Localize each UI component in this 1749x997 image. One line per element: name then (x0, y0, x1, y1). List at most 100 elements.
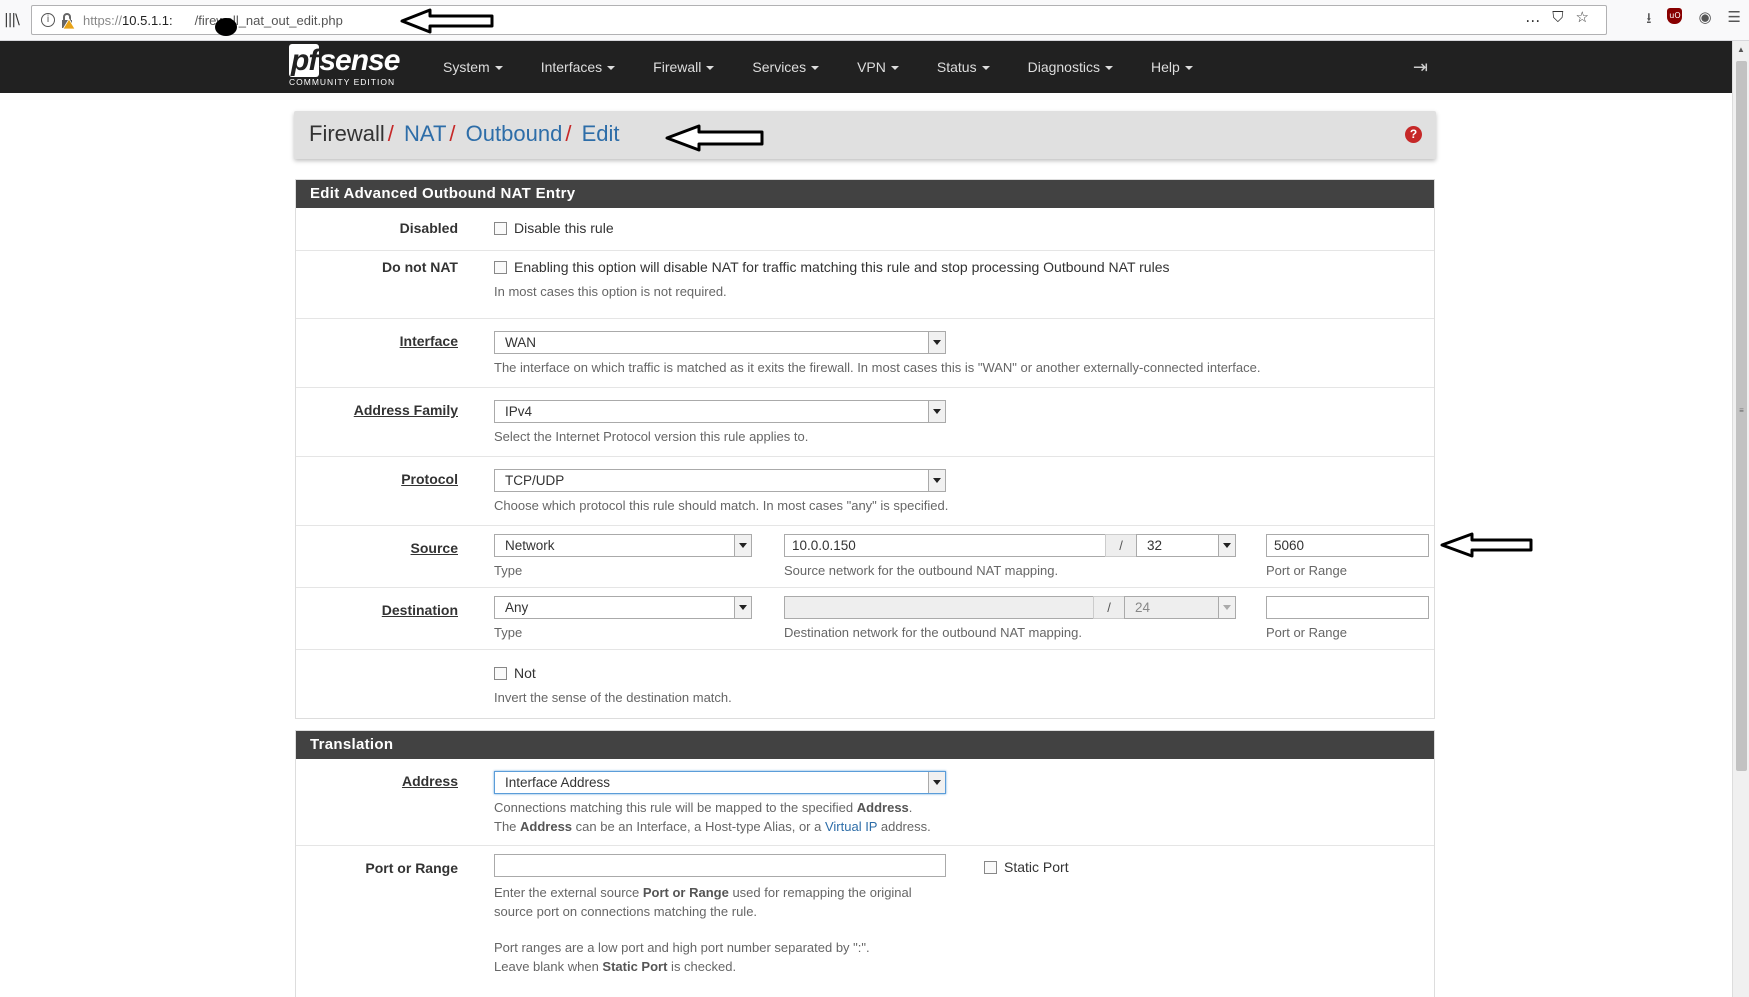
static-port-checkbox[interactable] (984, 861, 997, 874)
breadcrumb-outbound-link[interactable]: Outbound (466, 121, 563, 146)
address-family-value: IPv4 (505, 404, 533, 419)
not-checkbox[interactable] (494, 667, 507, 680)
static-port-text: Static Port (1004, 859, 1069, 875)
do-not-nat-checkbox[interactable] (494, 261, 507, 274)
page-actions-icon[interactable]: … (1525, 8, 1540, 26)
menu-label: Diagnostics (1027, 59, 1100, 75)
breadcrumb-bar: Firewall / NAT / Outbound / Edit ? (294, 111, 1436, 159)
annotation-arrow-icon (1440, 532, 1533, 558)
insecure-lock-icon[interactable] (60, 12, 76, 30)
destination-type-select[interactable]: Any (494, 596, 752, 619)
destination-mask-select[interactable]: 24 (1124, 596, 1236, 619)
menu-label: VPN (857, 59, 886, 75)
ublock-origin-icon[interactable]: uO (1667, 8, 1683, 24)
source-control: Network Type 10.0.0.150 / 32 Source netw… (494, 534, 1430, 584)
dropdown-arrow-icon[interactable] (928, 332, 945, 353)
page-scrollbar[interactable]: ▲ ≡ (1732, 41, 1749, 997)
menu-label: Help (1150, 59, 1180, 75)
dropdown-arrow-icon[interactable] (928, 772, 945, 793)
logout-icon[interactable]: ⇥ (1413, 57, 1428, 78)
library-icon[interactable]: |||\ (4, 12, 20, 28)
caret-down-icon (811, 66, 820, 71)
menu-diagnostics[interactable]: Diagnostics (1009, 41, 1132, 93)
destination-port-input[interactable] (1266, 596, 1429, 619)
destination-slash: / (1093, 596, 1125, 619)
disabled-label: Disabled (399, 220, 458, 236)
download-icon[interactable]: ⭳ (1646, 8, 1651, 33)
caret-down-icon (1104, 66, 1113, 71)
panel-heading: Translation (296, 731, 1434, 759)
help-bold: Address (856, 800, 909, 815)
menu-label: Interfaces (540, 59, 603, 75)
translation-port-input[interactable] (494, 854, 946, 877)
breadcrumb-nat-link[interactable]: NAT (404, 121, 446, 146)
address-family-select[interactable]: IPv4 (494, 400, 946, 423)
dropdown-arrow-icon[interactable] (734, 535, 751, 556)
source-slash: / (1105, 534, 1137, 557)
source-type-select[interactable]: Network (494, 534, 752, 557)
caret-down-icon (607, 66, 616, 71)
help-text: used for remapping the original (728, 885, 912, 900)
disable-rule-text: Disable this rule (514, 220, 614, 236)
pfsense-logo[interactable]: pfsense COMMUNITY EDITION (289, 44, 400, 87)
virtual-ip-link[interactable]: Virtual IP (825, 819, 877, 834)
menu-status[interactable]: Status (918, 41, 1009, 93)
menu-services[interactable]: Services (733, 41, 838, 93)
interface-help: The interface on which traffic is matche… (494, 360, 1261, 375)
main-menu: System Interfaces Firewall Services VPN … (424, 41, 1212, 93)
row-disabled: Disabled Disable this rule (296, 208, 1434, 251)
help-text: Enter the external source (494, 885, 643, 900)
row-address-family: Address Family IPv4 Select the Internet … (296, 388, 1434, 457)
destination-network-input[interactable] (784, 596, 1094, 619)
address-control: Interface Address Connections matching t… (494, 771, 946, 836)
address-help-line1: Connections matching this rule will be m… (494, 798, 946, 817)
pocket-icon[interactable]: ⛉ (1552, 8, 1563, 26)
breadcrumb-edit-link[interactable]: Edit (582, 121, 620, 146)
protocol-select[interactable]: TCP/UDP (494, 469, 946, 492)
breadcrumb: Firewall / NAT / Outbound / Edit (309, 121, 619, 147)
static-port-control: Static Port (984, 859, 1069, 877)
info-icon[interactable]: i (41, 13, 55, 27)
address-family-help: Select the Internet Protocol version thi… (494, 429, 809, 444)
disable-rule-checkbox[interactable] (494, 222, 507, 235)
not-text: Not (514, 665, 536, 681)
breadcrumb-separator: / (565, 121, 572, 146)
url-prefix: https:// (83, 13, 123, 28)
dropdown-arrow-icon[interactable] (734, 597, 751, 618)
interface-select[interactable]: WAN (494, 331, 946, 354)
row-do-not-nat: Do not NAT Enabling this option will dis… (296, 251, 1434, 319)
source-network-input[interactable]: 10.0.0.150 (784, 534, 1106, 557)
port-or-range-control: Static Port Enter the external source Po… (494, 854, 1194, 976)
row-port-or-range: Port or Range Static Port Enter the exte… (296, 846, 1434, 996)
annotation-arrow-icon (665, 124, 764, 152)
extension-eye-icon[interactable]: ◉ (1698, 8, 1711, 33)
menu-label: Status (936, 59, 977, 75)
do-not-nat-text: Enabling this option will disable NAT fo… (514, 259, 1170, 275)
menu-system[interactable]: System (424, 41, 522, 93)
menu-vpn[interactable]: VPN (838, 41, 918, 93)
hamburger-menu-icon[interactable]: ☰ (1728, 8, 1741, 33)
help-icon[interactable]: ? (1405, 126, 1422, 143)
menu-help[interactable]: Help (1132, 41, 1212, 93)
scroll-up-icon[interactable]: ▲ (1737, 45, 1745, 54)
source-network-help: Source network for the outbound NAT mapp… (784, 563, 1059, 578)
menu-firewall[interactable]: Firewall (634, 41, 733, 93)
dropdown-arrow-icon[interactable] (1218, 597, 1235, 618)
bookmark-star-icon[interactable]: ☆ (1576, 8, 1589, 26)
source-mask-select[interactable]: 32 (1136, 534, 1236, 557)
menu-interfaces[interactable]: Interfaces (522, 41, 634, 93)
url-bar[interactable]: i https://10.5.1.1:/firewall_nat_out_edi… (31, 5, 1607, 36)
destination-type-help: Type (494, 625, 523, 640)
dropdown-arrow-icon[interactable] (1218, 535, 1235, 556)
address-family-control: IPv4 Select the Internet Protocol versio… (494, 400, 946, 446)
scroll-thumb[interactable]: ≡ (1736, 61, 1747, 771)
caret-down-icon (981, 66, 990, 71)
source-label: Source (410, 540, 458, 556)
logo-wordmark: sense (319, 44, 400, 77)
dropdown-arrow-icon[interactable] (928, 470, 945, 491)
breadcrumb-separator: / (387, 121, 394, 146)
source-port-input[interactable]: 5060 (1266, 534, 1429, 557)
translation-address-select[interactable]: Interface Address (494, 771, 946, 794)
dropdown-arrow-icon[interactable] (928, 401, 945, 422)
protocol-help: Choose which protocol this rule should m… (494, 498, 949, 513)
